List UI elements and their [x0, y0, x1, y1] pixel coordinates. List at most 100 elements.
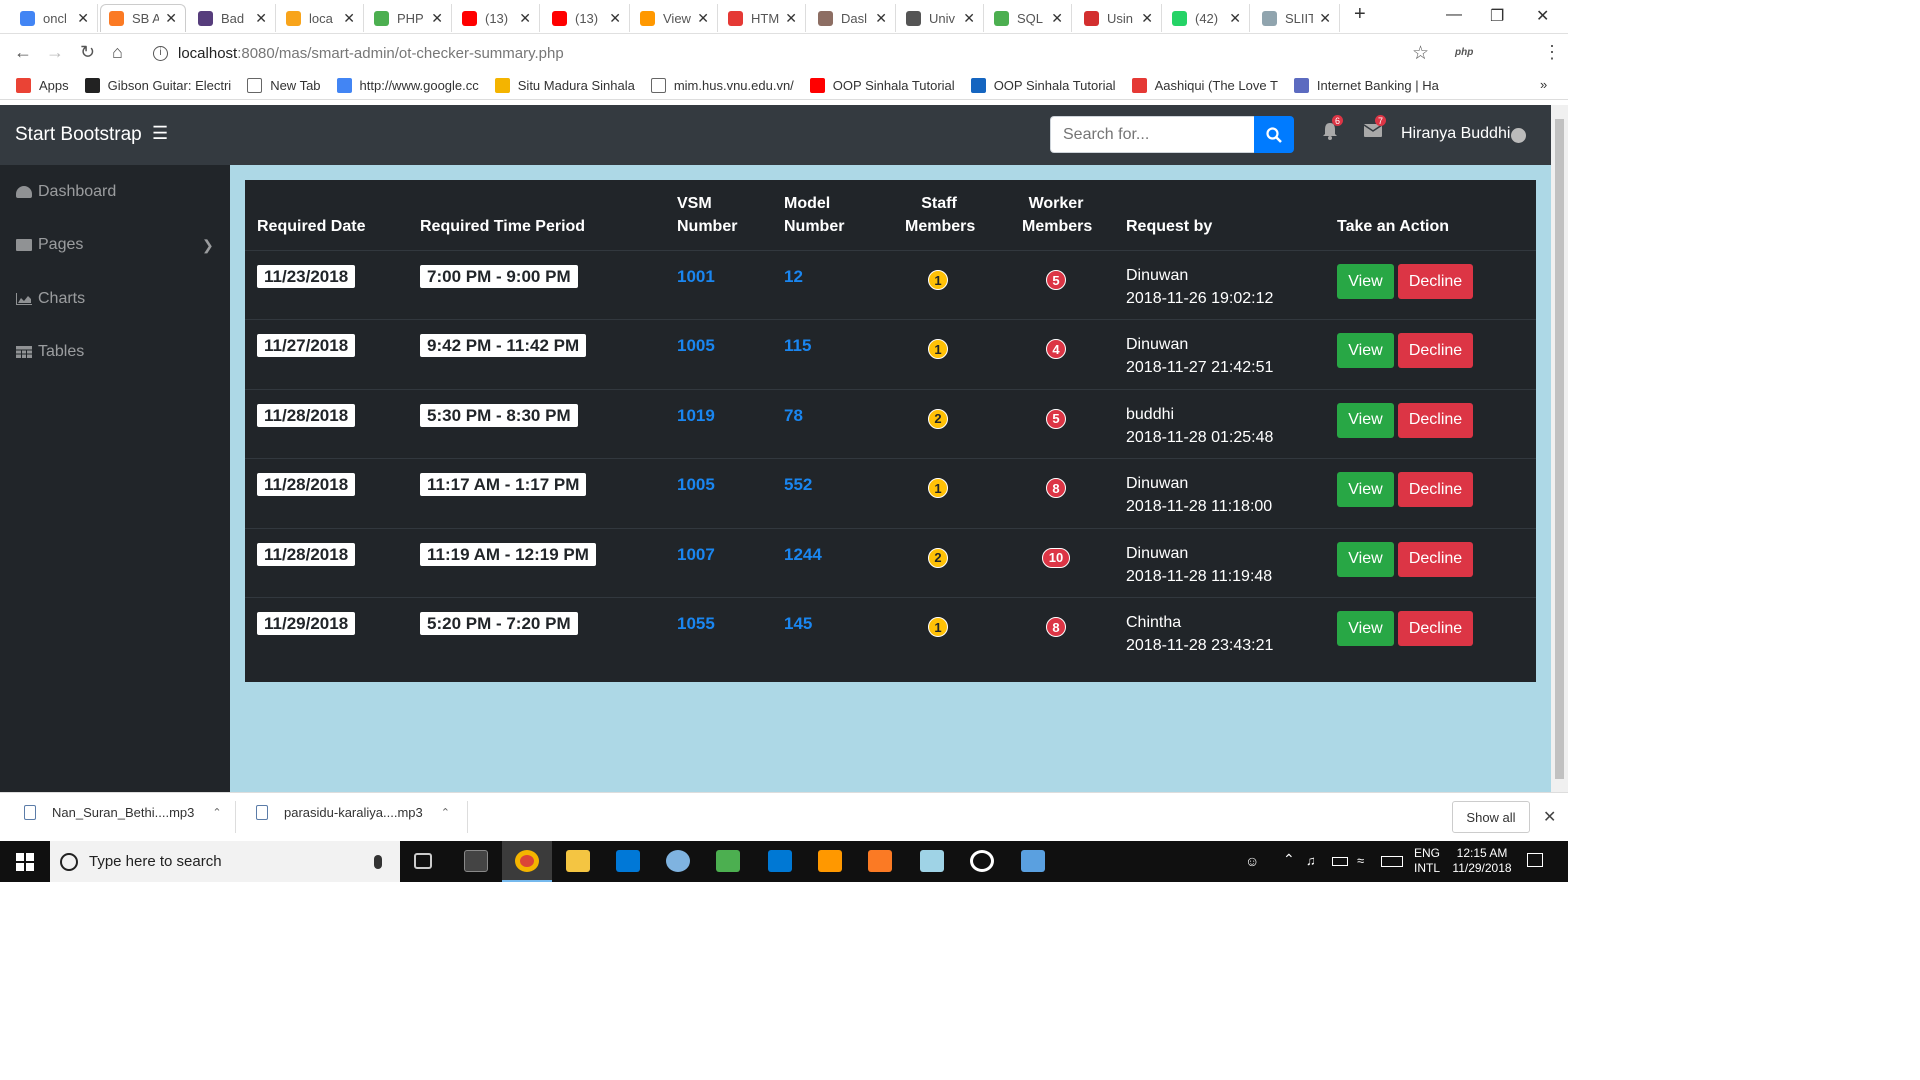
tray-expand-icon[interactable]: ⌃	[1283, 851, 1295, 868]
notepadpp-app-icon[interactable]	[716, 850, 740, 872]
search-input[interactable]	[1050, 116, 1254, 153]
maximize-icon[interactable]: ❐	[1490, 6, 1504, 26]
vsm-number-link[interactable]: 1055	[677, 614, 715, 634]
taskbar-search-box[interactable]: Type here to search	[50, 841, 400, 882]
windows-start-icon[interactable]	[16, 853, 34, 871]
tab-close-icon[interactable]: ✕	[1051, 10, 1063, 27]
bookmark-item[interactable]: Apps	[16, 78, 69, 93]
decline-button[interactable]: Decline	[1398, 472, 1473, 508]
scroll-thumb[interactable]	[1555, 119, 1564, 779]
model-number-link[interactable]: 1244	[784, 545, 822, 565]
brand-title[interactable]: Start Bootstrap	[15, 124, 142, 146]
browser-tab[interactable]: (13) ✕	[454, 4, 540, 32]
bookmark-item[interactable]: Situ Madura Sinhala	[494, 78, 635, 93]
decline-button[interactable]: Decline	[1398, 402, 1473, 438]
browser-tab[interactable]: View ✕	[632, 4, 718, 32]
notes-app-icon[interactable]	[920, 850, 944, 872]
reload-icon[interactable]: ↻	[80, 42, 95, 63]
sublime-app-icon[interactable]	[818, 850, 842, 872]
page-scrollbar[interactable]	[1551, 105, 1568, 792]
info-icon[interactable]: i	[153, 45, 168, 61]
tab-close-icon[interactable]: ✕	[431, 10, 443, 27]
tab-close-icon[interactable]: ✕	[1141, 10, 1153, 27]
model-number-link[interactable]: 552	[784, 475, 812, 495]
view-button[interactable]: View	[1337, 541, 1394, 577]
model-number-link[interactable]: 78	[784, 406, 803, 426]
keyboard-icon[interactable]	[1381, 856, 1403, 867]
media-app-icon[interactable]	[970, 850, 994, 872]
network-app-icon[interactable]	[1021, 850, 1045, 872]
tab-close-icon[interactable]: ✕	[77, 10, 89, 27]
window-close-icon[interactable]: ✕	[1536, 6, 1549, 26]
model-number-link[interactable]: 145	[784, 614, 812, 634]
clock[interactable]: 12:15 AM 11/29/2018	[1447, 846, 1517, 876]
search-button[interactable]	[1254, 116, 1294, 153]
tab-close-icon[interactable]: ✕	[343, 10, 355, 27]
chrome-menu-icon[interactable]: ⋮	[1543, 42, 1561, 63]
bookmark-item[interactable]: OOP Sinhala Tutorial	[970, 78, 1116, 93]
close-icon[interactable]: ✕	[1543, 807, 1556, 827]
chevron-up-icon[interactable]: ⌃	[441, 806, 450, 819]
bookmark-item[interactable]: Internet Banking | Ha	[1293, 78, 1439, 93]
people-icon[interactable]: ☺	[1245, 853, 1259, 869]
volume-icon[interactable]: ♫	[1306, 853, 1316, 868]
sidebar-item-charts[interactable]: Charts	[16, 290, 216, 308]
vsm-number-link[interactable]: 1005	[677, 475, 715, 495]
bookmark-item[interactable]: http://www.google.cc	[336, 78, 479, 93]
terminal-app-icon[interactable]	[464, 850, 488, 872]
decline-button[interactable]: Decline	[1398, 611, 1473, 646]
decline-button[interactable]: Decline	[1398, 333, 1473, 369]
browser-tab[interactable]: Bad ✕	[190, 4, 276, 32]
tab-close-icon[interactable]: ✕	[963, 10, 975, 27]
chrome-app-icon[interactable]	[515, 850, 539, 872]
view-button[interactable]: View	[1337, 402, 1394, 438]
tab-close-icon[interactable]: ✕	[1319, 10, 1331, 27]
vsm-number-link[interactable]: 1005	[677, 336, 715, 356]
browser-tab[interactable]: SQL ✕	[986, 4, 1072, 32]
back-icon[interactable]: ←	[14, 42, 32, 63]
wifi-icon[interactable]: ≈	[1357, 853, 1364, 868]
download-item[interactable]: parasidu-karaliya....mp3 ⌃	[256, 805, 450, 820]
user-circle-icon[interactable]	[1511, 128, 1526, 143]
user-dropdown[interactable]: Hiranya Buddhi	[1401, 125, 1510, 143]
bookmark-item[interactable]: Aashiqui (The Love T	[1131, 78, 1278, 93]
sidebar-item-dashboard[interactable]: Dashboard	[16, 183, 216, 201]
view-button[interactable]: View	[1337, 472, 1394, 508]
tab-close-icon[interactable]: ✕	[785, 10, 797, 27]
sidebar-item-tables[interactable]: Tables	[16, 343, 216, 361]
vscode-app-icon[interactable]	[768, 850, 792, 872]
tab-close-icon[interactable]: ✕	[519, 10, 531, 27]
tab-close-icon[interactable]: ✕	[875, 10, 887, 27]
vsm-number-link[interactable]: 1001	[677, 267, 715, 287]
tab-close-icon[interactable]: ✕	[697, 10, 709, 27]
battery-icon[interactable]	[1332, 857, 1348, 866]
bookmark-item[interactable]: New Tab	[247, 78, 321, 93]
browser-tab[interactable]: (13) ✕	[544, 4, 630, 32]
microphone-icon[interactable]	[374, 854, 382, 869]
vsm-number-link[interactable]: 1007	[677, 545, 715, 565]
tab-close-icon[interactable]: ✕	[1229, 10, 1241, 27]
browser-tab[interactable]: (42) ✕	[1164, 4, 1250, 32]
store-app-icon[interactable]	[616, 850, 640, 872]
browser-tab[interactable]: Usin ✕	[1076, 4, 1162, 32]
model-number-link[interactable]: 12	[784, 267, 803, 287]
sidebar-item-pages[interactable]: Pages ❯	[16, 236, 216, 254]
paint-app-icon[interactable]	[666, 850, 690, 872]
view-button[interactable]: View	[1337, 264, 1394, 299]
php-extension-icon[interactable]: php	[1455, 47, 1473, 58]
view-button[interactable]: View	[1337, 611, 1394, 646]
address-bar[interactable]: i localhost:8080/mas/smart-admin/ot-chec…	[145, 38, 1445, 68]
home-icon[interactable]: ⌂	[112, 42, 123, 63]
task-view-icon[interactable]	[414, 853, 432, 869]
browser-tab[interactable]: Dasl ✕	[810, 4, 896, 32]
browser-tab[interactable]: HTM ✕	[720, 4, 806, 32]
decline-button[interactable]: Decline	[1398, 264, 1473, 299]
hamburger-menu-icon[interactable]: ☰	[152, 123, 168, 144]
minimize-icon[interactable]: —	[1446, 6, 1462, 24]
view-button[interactable]: View	[1337, 333, 1394, 369]
show-all-button[interactable]: Show all	[1452, 801, 1530, 833]
browser-tab[interactable]: SB A ✕	[100, 4, 186, 32]
browser-tab[interactable]: loca ✕	[278, 4, 364, 32]
file-explorer-icon[interactable]	[566, 850, 590, 872]
chevron-up-icon[interactable]: ⌃	[212, 806, 221, 819]
